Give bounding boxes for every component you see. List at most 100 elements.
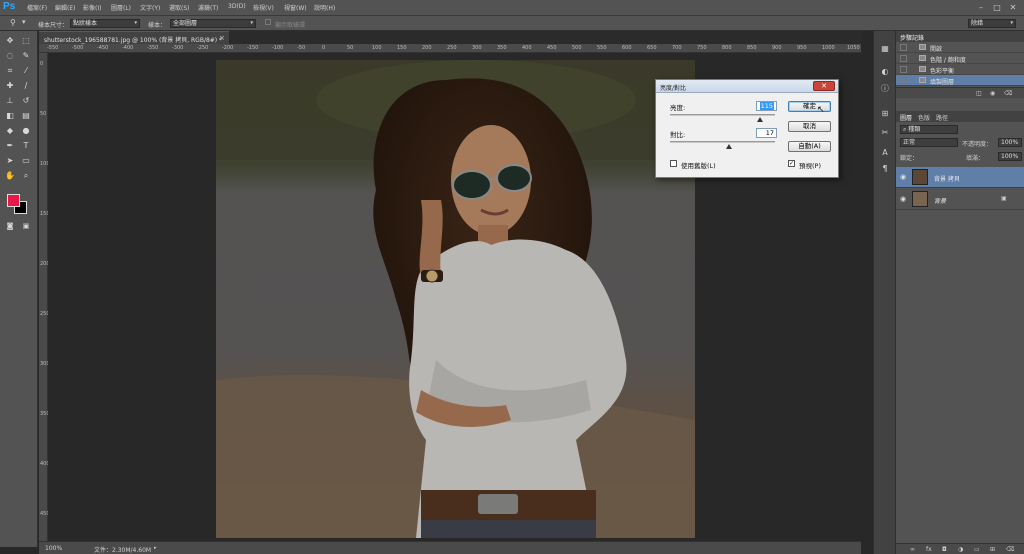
tool-preset-dropdown-icon[interactable]: ▾: [22, 18, 26, 26]
menu-window[interactable]: 視窗(W): [284, 3, 307, 12]
add-mask-icon[interactable]: ◘: [942, 546, 947, 553]
maximize-button[interactable]: □: [991, 2, 1003, 13]
new-group-icon[interactable]: ▭: [974, 546, 980, 553]
history-panel-icon[interactable]: ▦: [879, 43, 891, 54]
info-panel-icon[interactable]: ⓘ: [879, 83, 891, 94]
layer-filter-select[interactable]: ⌕ 種類: [900, 125, 958, 134]
link-layers-icon[interactable]: ∞: [910, 546, 915, 553]
layer-style-icon[interactable]: fx: [926, 546, 932, 553]
eye-icon[interactable]: ◉: [899, 195, 907, 203]
document-image[interactable]: [216, 60, 695, 538]
character-panel-icon[interactable]: A: [879, 147, 891, 158]
tab-layers[interactable]: 圖層: [900, 113, 912, 122]
history-item[interactable]: 色彩平衡: [896, 64, 1024, 75]
workspace-select[interactable]: 除錯 ▾: [968, 19, 1016, 28]
brush-panel-icon[interactable]: ⊞: [879, 108, 891, 119]
history-item-selected[interactable]: 填製圖層: [896, 75, 1024, 86]
preview-checkbox[interactable]: ✓: [788, 160, 795, 167]
history-item[interactable]: 開啟: [896, 42, 1024, 53]
crop-icon[interactable]: ⌗: [4, 65, 16, 76]
foreground-color-swatch[interactable]: [7, 194, 20, 207]
lasso-icon[interactable]: ◌: [4, 50, 16, 61]
shape-icon[interactable]: ▭: [20, 155, 32, 166]
zoom-level[interactable]: 100%: [45, 545, 62, 552]
menu-filter[interactable]: 濾鏡(T): [198, 3, 218, 12]
brightness-input[interactable]: 115: [756, 101, 777, 111]
eyedropper-icon[interactable]: ⁄: [20, 65, 32, 76]
menu-image[interactable]: 影像(I): [83, 3, 101, 12]
pen-icon[interactable]: ✒: [4, 140, 16, 151]
use-legacy-checkbox[interactable]: [670, 160, 677, 167]
opacity-input[interactable]: 100%: [998, 138, 1022, 147]
eye-icon[interactable]: ◉: [899, 173, 907, 181]
contrast-input[interactable]: 17: [756, 128, 777, 138]
auto-button[interactable]: 自動(A): [788, 141, 831, 152]
quick-select-icon[interactable]: ✎: [20, 50, 32, 61]
history-state-icon: [919, 66, 926, 72]
tab-paths[interactable]: 路徑: [936, 113, 948, 122]
adjustment-layer-icon[interactable]: ◑: [958, 546, 963, 553]
camera-icon[interactable]: ◉: [990, 90, 995, 97]
hand-icon[interactable]: ✋: [4, 170, 16, 181]
quick-mask-icon[interactable]: ◙: [4, 221, 16, 232]
gradient-icon[interactable]: ▤: [20, 110, 32, 121]
brightness-slider-thumb[interactable]: [757, 117, 764, 122]
show-ring-checkbox[interactable]: [265, 19, 271, 25]
move-icon[interactable]: ✥: [4, 35, 16, 46]
blend-mode-select[interactable]: 正常: [900, 138, 958, 147]
chevron-down-icon: ▾: [134, 20, 137, 26]
path-select-icon[interactable]: ➤: [4, 155, 16, 166]
color-panel-icon[interactable]: ◐: [879, 66, 891, 77]
show-ring-label: 顯示取樣環: [275, 22, 306, 29]
trash-icon[interactable]: ⌫: [1004, 90, 1012, 97]
dialog-close-button[interactable]: ✕: [813, 81, 835, 91]
dialog-title: 亮度/對比: [660, 85, 687, 92]
trash-icon[interactable]: ⌫: [1006, 546, 1014, 553]
contrast-slider-thumb[interactable]: [725, 144, 732, 149]
layer-row-selected[interactable]: ◉ 背景 拷貝: [896, 167, 1024, 188]
quick-selection-icon[interactable]: ⚲: [10, 18, 16, 27]
brightness-slider-track[interactable]: [670, 114, 775, 116]
status-menu-icon[interactable]: ▸: [154, 545, 157, 551]
sample-select[interactable]: 全部圖層 ▾: [170, 19, 256, 28]
file-info[interactable]: 文件：2.30M/4.60M: [94, 545, 151, 554]
close-tab-icon[interactable]: ×: [219, 34, 225, 42]
new-layer-icon[interactable]: ⊞: [990, 546, 995, 553]
snapshot-icon[interactable]: ◫: [976, 90, 982, 97]
history-brush-icon[interactable]: ↺: [20, 95, 32, 106]
brush-icon[interactable]: ∕: [20, 80, 32, 91]
minimize-button[interactable]: –: [975, 2, 987, 13]
fill-input[interactable]: 100%: [998, 152, 1022, 161]
dialog-titlebar[interactable]: 亮度/對比 ✕: [656, 80, 838, 93]
contrast-slider-track[interactable]: [670, 141, 775, 143]
healing-icon[interactable]: ✚: [4, 80, 16, 91]
marquee-icon[interactable]: ⬚: [20, 35, 32, 46]
ok-button[interactable]: 確定: [788, 101, 831, 112]
eraser-icon[interactable]: ◧: [4, 110, 16, 121]
menu-type[interactable]: 文字(Y): [140, 3, 160, 12]
menu-view[interactable]: 檢視(V): [253, 3, 274, 12]
zoom-icon[interactable]: ⌕: [20, 170, 32, 181]
tab-channels[interactable]: 色版: [918, 113, 930, 122]
menu-select[interactable]: 選取(S): [169, 3, 190, 12]
menu-3d[interactable]: 3D(D): [228, 3, 246, 10]
tool-presets-icon[interactable]: ✂: [879, 127, 891, 138]
dodge-icon[interactable]: ●: [20, 125, 32, 136]
tab-history[interactable]: 步驟記錄: [900, 33, 924, 42]
close-window-button[interactable]: ✕: [1007, 2, 1019, 13]
cancel-button[interactable]: 取消: [788, 121, 831, 132]
document-tab[interactable]: shutterstock_196588781.jpg @ 100% (背景 拷貝…: [39, 31, 229, 44]
screen-mode-icon[interactable]: ▣: [20, 221, 32, 232]
layer-row[interactable]: ◉ 背景 ▣: [896, 189, 1024, 210]
menu-layer[interactable]: 圖層(L): [111, 3, 131, 12]
type-icon[interactable]: T: [20, 140, 32, 151]
history-item[interactable]: 色階 / 飽和度: [896, 53, 1024, 64]
menu-help[interactable]: 說明(H): [314, 3, 335, 12]
blur-icon[interactable]: ◆: [4, 125, 16, 136]
lock-icon: ▣: [1001, 195, 1007, 202]
menu-file[interactable]: 檔案(F): [27, 3, 47, 12]
paragraph-panel-icon[interactable]: ¶: [879, 163, 891, 174]
sample-size-select[interactable]: 點狀樣本 ▾: [70, 19, 140, 28]
menu-edit[interactable]: 編輯(E): [55, 3, 75, 12]
stamp-icon[interactable]: ⊥: [4, 95, 16, 106]
